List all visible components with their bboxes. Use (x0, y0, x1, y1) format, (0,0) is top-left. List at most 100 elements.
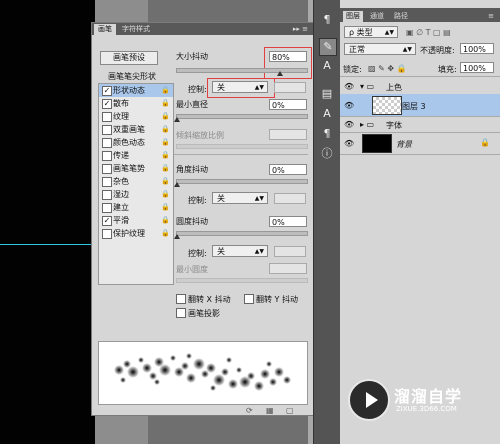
tool-column: ¶ ✎ A ▤ A ¶ ⓘ (313, 0, 341, 444)
checkbox-icon[interactable] (102, 203, 112, 213)
option-wet-edges[interactable]: 湿边 🔒 (99, 188, 173, 201)
option-scattering[interactable]: ✓ 散布 🔒 (99, 97, 173, 110)
panel-menu-icon[interactable]: ▸▸ ≡ (293, 24, 308, 34)
lock-icon[interactable]: 🔒 (161, 214, 170, 227)
blend-mode-select[interactable]: 正常 ▲▼ (344, 43, 416, 55)
history-icon[interactable]: ▤ (319, 86, 335, 102)
roundness-jitter-label: 圆度抖动 (176, 217, 208, 226)
layer-row-group-font[interactable]: 👁 ▸ ▭ 字体 (340, 116, 500, 133)
control-label: 控制: (188, 85, 207, 94)
angle-control-select[interactable]: 关 ▲▼ (212, 192, 268, 204)
fill-field[interactable]: 100% (460, 62, 494, 73)
folder-collapsed-icon[interactable]: ▸ ▭ (360, 120, 374, 129)
roundness-control-select[interactable]: 关 ▲▼ (212, 245, 268, 257)
min-diameter-slider[interactable] (176, 114, 308, 119)
eye-icon[interactable]: 👁 (344, 82, 354, 91)
paragraph-icon[interactable]: ¶ (319, 12, 335, 28)
layer-row-background[interactable]: 👁 背景 🔒 (340, 132, 500, 155)
slider-thumb[interactable] (174, 182, 180, 187)
checkbox-icon[interactable] (102, 190, 112, 200)
lock-icon[interactable]: 🔒 (161, 201, 170, 214)
tab-layers[interactable]: 图层 (343, 11, 363, 22)
filter-icons[interactable]: ▣ ∅ T ▢ ▤ (406, 28, 451, 37)
checkbox-icon[interactable]: ✓ (102, 86, 112, 96)
option-transfer[interactable]: 传递 🔒 (99, 149, 173, 162)
option-noise[interactable]: 杂色 🔒 (99, 175, 173, 188)
checkbox-icon[interactable] (102, 125, 112, 135)
folder-expanded-icon[interactable]: ▾ ▭ (360, 82, 374, 91)
layer-filter-select[interactable]: ρ 类型 ▲▼ (344, 26, 398, 38)
option-shape-dynamics[interactable]: ✓ 形状动态 🔒 (99, 84, 173, 97)
checkbox-icon[interactable] (102, 177, 112, 187)
min-diameter-label: 最小直径 (176, 100, 208, 109)
brush-presets-button[interactable]: 画笔预设 (100, 51, 158, 65)
option-dual-brush[interactable]: 双重画笔 🔒 (99, 123, 173, 136)
min-diameter-field[interactable]: 0% (269, 99, 307, 110)
brush-settings-icon[interactable]: ⟳ (246, 406, 253, 415)
size-jitter-slider[interactable] (176, 68, 308, 73)
angle-jitter-field[interactable]: 0% (269, 164, 307, 175)
character-icon[interactable]: A (319, 58, 335, 74)
checkbox-icon[interactable] (102, 151, 112, 161)
roundness-jitter-slider[interactable] (176, 231, 308, 236)
opacity-label: 不透明度: (420, 46, 455, 55)
layer-row-group-coloring[interactable]: 👁 ▾ ▭ 上色 (340, 78, 500, 95)
option-texture[interactable]: 纹理 🔒 (99, 110, 173, 123)
slider-thumb[interactable] (174, 117, 180, 122)
tab-paths[interactable]: 路径 (391, 11, 411, 22)
checkbox-icon[interactable]: ✓ (102, 216, 112, 226)
new-brush-icon[interactable]: ▢ (286, 406, 294, 415)
flip-y-checkbox[interactable] (244, 294, 254, 304)
paragraph-style-icon[interactable]: ¶ (319, 126, 335, 142)
panel-menu-icon[interactable]: ≡ (488, 11, 494, 21)
min-roundness-field (269, 263, 307, 274)
lock-icon[interactable]: 🔒 (161, 149, 170, 162)
brush-stroke-preview (98, 341, 308, 405)
checkbox-icon[interactable] (102, 112, 112, 122)
grid-icon[interactable]: ▦ (266, 406, 274, 415)
checkbox-icon[interactable] (102, 164, 112, 174)
flip-x-checkbox[interactable] (176, 294, 186, 304)
checkbox-icon[interactable] (102, 138, 112, 148)
angle-control-label: 控制: (188, 196, 207, 205)
angle-jitter-slider[interactable] (176, 179, 308, 184)
option-build-up[interactable]: 建立 🔒 (99, 201, 173, 214)
brush-stroke-preview-image (114, 353, 291, 391)
lock-icon[interactable]: 🔒 (161, 97, 170, 110)
brush-icon[interactable]: ✎ (319, 38, 337, 56)
option-smoothing[interactable]: ✓ 平滑 🔒 (99, 214, 173, 227)
opacity-field[interactable]: 100% (460, 43, 494, 54)
lock-icon[interactable]: 🔒 (161, 84, 170, 97)
lock-icon[interactable]: 🔒 (161, 175, 170, 188)
lock-icon[interactable]: 🔒 (161, 188, 170, 201)
checkbox-icon[interactable] (102, 229, 112, 239)
tab-character-style[interactable]: 字符样式 (118, 24, 154, 35)
roundness-jitter-field[interactable]: 0% (269, 216, 307, 227)
option-protect-texture[interactable]: 保护纹理 🔒 (99, 227, 173, 240)
lock-icon[interactable]: 🔒 (161, 136, 170, 149)
slider-thumb[interactable] (277, 71, 283, 76)
info-icon[interactable]: ⓘ (319, 146, 335, 162)
eye-icon[interactable]: 👁 (344, 120, 354, 129)
brush-tip-shape-header[interactable]: 画笔笔尖形状 (108, 71, 156, 82)
option-brush-pose[interactable]: 画笔笔势 🔒 (99, 162, 173, 175)
flip-y-label: 翻转 Y 抖动 (256, 295, 298, 304)
lock-icon[interactable]: 🔒 (161, 110, 170, 123)
tab-channels[interactable]: 通道 (367, 11, 387, 22)
lock-icon[interactable]: 🔒 (161, 123, 170, 136)
document-canvas[interactable] (0, 0, 95, 444)
slider-thumb[interactable] (174, 234, 180, 239)
layer-thumbnail (372, 96, 402, 115)
eye-icon[interactable]: 👁 (344, 101, 354, 110)
layer-row-layer3[interactable]: 👁 图层 3 (340, 94, 500, 117)
lock-icon[interactable]: 🔒 (161, 227, 170, 240)
character-style-icon[interactable]: A (319, 106, 335, 122)
checkbox-icon[interactable]: ✓ (102, 99, 112, 109)
lock-icons[interactable]: ▨ ✎ ✥ 🔒 (368, 64, 407, 73)
option-color-dynamics[interactable]: 颜色动态 🔒 (99, 136, 173, 149)
layers-tabbar: 图层 通道 路径 ≡ (340, 8, 500, 22)
tab-brush[interactable]: 画笔 (94, 24, 116, 35)
lock-icon[interactable]: 🔒 (161, 162, 170, 175)
brush-projection-checkbox[interactable] (176, 308, 186, 318)
eye-icon[interactable]: 👁 (344, 139, 354, 148)
